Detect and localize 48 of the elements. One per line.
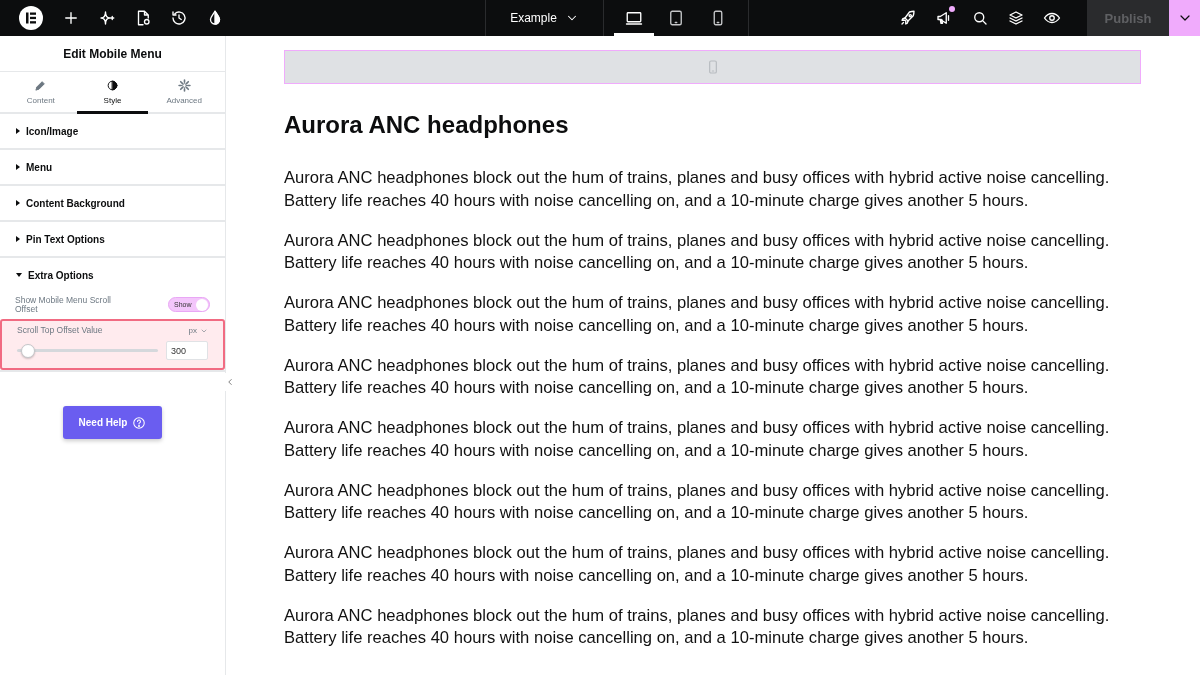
history-icon: [170, 9, 188, 27]
paragraph-line: Battery life reaches 40 hours with noise cancelling on, and a 10-minute charge gives another 5 hours.: [284, 564, 1030, 587]
logo-button[interactable]: [18, 5, 44, 31]
paragraph-line: Aurora ANC headphones block out the hum of trains, planes and busy offices with hybrid active noise cancelling.: [284, 542, 1111, 564]
control-label: Scroll Top Offset Value: [17, 326, 103, 335]
paragraph-line: Aurora ANC headphones block out the hum of trains, planes and busy offices with hybrid active noise cancelling.: [284, 479, 1111, 502]
slider-track[interactable]: [17, 342, 158, 359]
layers-icon: [1007, 9, 1025, 27]
paragraph-line: Aurora ANC headphones block out the hum of trains, planes and busy offices with hybrid active noise cancelling.: [284, 417, 1111, 439]
desktop-icon: [625, 9, 643, 27]
paragraph-line: Aurora ANC headphones block out the hum of trains, planes and busy offices with hybrid active noise cancelling.: [284, 354, 1111, 377]
page-heading: Aurora ANC headphones: [284, 110, 570, 140]
sparkle-icon: [98, 9, 116, 27]
section-header[interactable]: Icon/Image: [0, 114, 225, 148]
search-icon: [971, 9, 989, 27]
pencil-icon: [34, 78, 48, 92]
paragraph-line: Battery life reaches 40 hours with noise cancelling on, and a 10-minute charge gives another 5 hours.: [284, 189, 1030, 212]
section-header[interactable]: Menu: [0, 150, 225, 184]
tablet-icon: [667, 9, 685, 27]
paragraph-line: Battery life reaches 40 hours with noise cancelling on, and a 10-minute charge gives another 5 hours.: [284, 252, 1030, 274]
plus-icon: [62, 9, 80, 27]
paragraph-line: Battery life reaches 40 hours with noise cancelling on, and a 10-minute charge gives another 5 hours.: [284, 502, 1030, 524]
section-header[interactable]: Pin Text Options: [0, 222, 225, 256]
paragraph-line: Aurora ANC headphones block out the hum of trains, planes and busy offices with hybrid active noise cancelling.: [284, 292, 1111, 314]
slider-thumb[interactable]: [21, 343, 36, 358]
paragraph-line: Battery life reaches 40 hours with noise cancelling on, and a 10-minute charge gives another 5 hours.: [284, 627, 1030, 649]
help-button[interactable]: Need Help: [63, 406, 162, 439]
paragraph-line: Battery life reaches 40 hours with noise cancelling on, and a 10-minute charge gives another 5 hours.: [284, 377, 1030, 399]
contrast-icon: [106, 78, 119, 92]
number-field[interactable]: 300: [166, 341, 208, 360]
panel-tab[interactable]: Content: [5, 72, 77, 114]
section-header[interactable]: Extra Options: [0, 258, 225, 292]
paragraph-line: Aurora ANC headphones block out the hum of trains, planes and busy offices with hybrid active noise cancelling.: [284, 604, 1111, 627]
panel-tab[interactable]: Style: [76, 72, 149, 114]
paragraph-line: Aurora ANC headphones block out the hum of trains, planes and busy offices with hybrid active noise cancelling.: [284, 167, 1111, 189]
help-icon: [132, 415, 147, 430]
panel-title: Edit Mobile Menu: [0, 36, 225, 72]
paragraph-line: Battery life reaches 40 hours with noise cancelling on, and a 10-minute charge gives another 5 hours.: [284, 439, 1030, 462]
rocket-icon: [899, 9, 917, 27]
paragraph-line: Aurora ANC headphones block out the hum of trains, planes and busy offices with hybrid active noise cancelling.: [284, 229, 1111, 252]
paragraph-line: Battery life reaches 40 hours with noise cancelling on, and a 10-minute charge gives another 5 hours.: [284, 314, 1030, 337]
panel-tab[interactable]: Advanced: [148, 72, 220, 114]
section-header[interactable]: Content Background: [0, 186, 225, 220]
page-selector[interactable]: Example: [485, 0, 604, 36]
logo-icon: [19, 6, 43, 30]
chevron-left-icon: [225, 377, 235, 387]
control-label: Show Mobile Menu Scroll Offset: [15, 296, 112, 313]
unit-dropdown[interactable]: px: [188, 326, 208, 335]
